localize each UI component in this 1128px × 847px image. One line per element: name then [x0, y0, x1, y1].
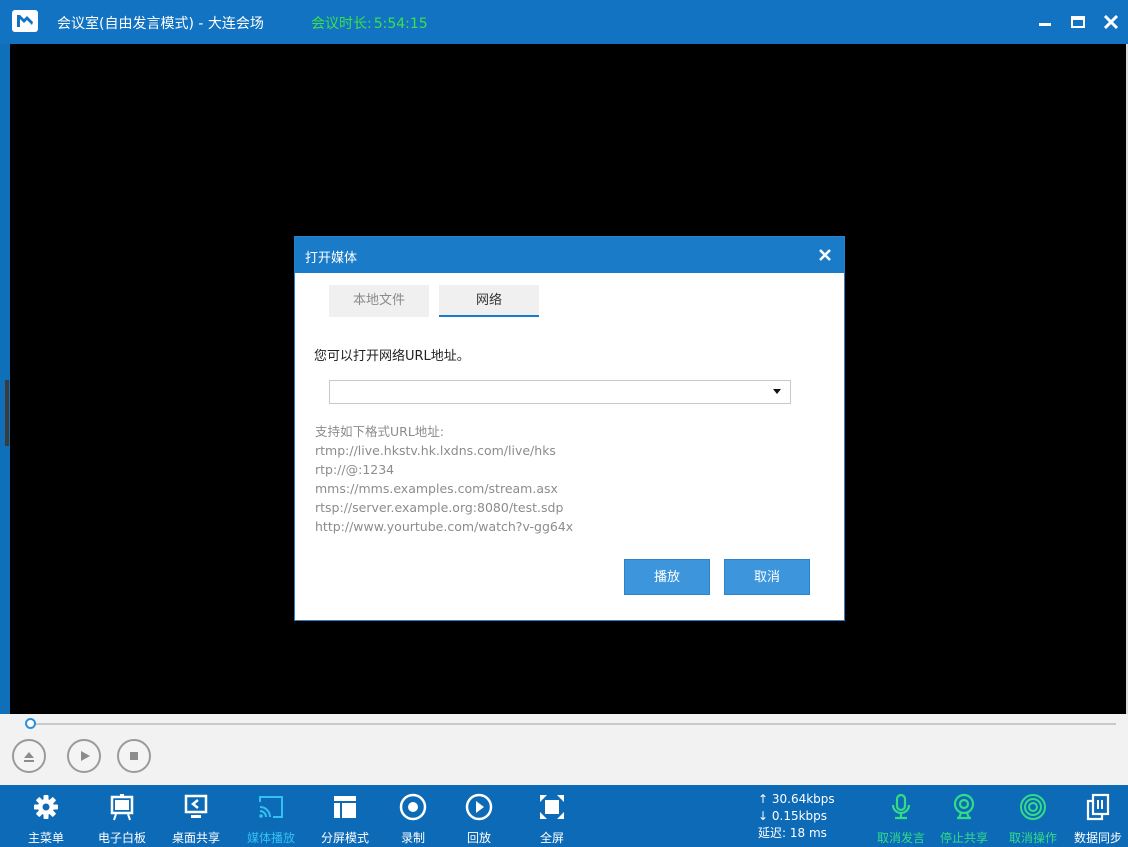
toolbar-label: 主菜单 [27, 831, 64, 845]
toolbar-desktop-share[interactable]: 桌面共享 [164, 785, 228, 847]
operation-icon [1020, 794, 1046, 820]
dialog-title: 打开媒体 [305, 251, 358, 266]
progress-thumb[interactable] [25, 718, 36, 729]
minimize-icon[interactable] [1033, 10, 1057, 34]
dialog-instruction: 您可以打开网络URL地址。 [314, 349, 470, 364]
toolbar-data-sync[interactable]: 数据同步 [1068, 785, 1128, 847]
tab-local-file[interactable]: 本地文件 [329, 285, 429, 317]
maximize-icon[interactable] [1066, 10, 1090, 34]
duration-value: 5:54:15 [373, 16, 428, 32]
toolbar-record[interactable]: 录制 [385, 785, 441, 847]
toolbar-label: 电子白板 [97, 831, 146, 845]
url-input[interactable] [329, 380, 791, 404]
toolbar-label: 停止共享 [939, 831, 988, 845]
progress-track[interactable] [34, 723, 1116, 725]
format-example: http://www.yourtube.com/watch?v-gg64x [315, 519, 574, 534]
latency: 延迟: 18 ms [758, 826, 827, 840]
duration-label: 会议时长: [311, 16, 372, 32]
supported-formats: 支持如下格式URL地址: rtmp://live.hkstv.hk.lxdns.… [315, 422, 573, 536]
record-icon [399, 793, 427, 821]
format-example: mms://mms.examples.com/stream.asx [315, 481, 558, 496]
open-media-dialog: 打开媒体 本地文件 网络 您可以打开网络URL地址。 支持如下格式URL地址: … [294, 236, 845, 621]
network-stats: ↑ 30.64kbps ↓ 0.15kbps 延迟: 18 ms [758, 791, 835, 842]
toolbar-label: 全屏 [539, 831, 564, 845]
toolbar-replay[interactable]: 回放 [451, 785, 507, 847]
toolbar-label: 回放 [466, 831, 491, 845]
microphone-icon [891, 793, 911, 820]
toolbar-fullscreen[interactable]: 全屏 [524, 785, 580, 847]
eject-button[interactable] [12, 739, 46, 773]
window-title: 会议室(自由发言模式) - 大连会场 [57, 16, 264, 32]
play-icon [81, 751, 90, 761]
toolbar-whiteboard[interactable]: 电子白板 [90, 785, 154, 847]
toolbar-media-play[interactable]: 媒体播放 [238, 785, 304, 847]
upload-rate: ↑ 30.64kbps [758, 792, 835, 806]
toolbar-label: 取消操作 [1008, 831, 1057, 845]
meeting-duration: 会议时长: 5:54:15 [311, 13, 428, 33]
formats-header: 支持如下格式URL地址: [315, 424, 445, 439]
app-logo-icon [12, 10, 38, 32]
stop-icon [130, 752, 138, 760]
toolbar-split-screen[interactable]: 分屏模式 [313, 785, 377, 847]
replay-icon [465, 793, 493, 821]
split-screen-icon [334, 796, 356, 818]
format-example: rtp://@:1234 [315, 462, 395, 477]
format-example: rtmp://live.hkstv.hk.lxdns.com/live/hks [315, 443, 556, 458]
play-control-button[interactable] [67, 739, 101, 773]
side-panel-handle[interactable] [5, 380, 9, 446]
data-sync-icon [1086, 793, 1110, 821]
bottom-toolbar: 主菜单 电子白板 桌面共享 媒体播放 分屏模式 录制 回放 全屏 ↑ 30.64… [0, 785, 1128, 847]
dialog-close-icon[interactable] [817, 247, 833, 263]
toolbar-cancel-operation[interactable]: 取消操作 [1002, 785, 1064, 847]
whiteboard-icon [110, 794, 134, 821]
playback-controls [0, 714, 1128, 785]
stop-button[interactable] [117, 739, 151, 773]
toolbar-cancel-speak[interactable]: 取消发言 [870, 785, 932, 847]
toolbar-stop-share[interactable]: 停止共享 [934, 785, 994, 847]
eject-icon [24, 752, 34, 762]
dialog-header: 打开媒体 [295, 237, 844, 273]
download-rate: ↓ 0.15kbps [758, 809, 828, 823]
webcam-icon [953, 793, 975, 820]
toolbar-label: 取消发言 [876, 831, 925, 845]
chevron-down-icon[interactable] [773, 389, 781, 394]
toolbar-label: 分屏模式 [320, 831, 369, 845]
fullscreen-icon [540, 795, 564, 819]
format-example: rtsp://server.example.org:8080/test.sdp [315, 500, 564, 515]
toolbar-label: 桌面共享 [171, 831, 220, 845]
title-bar: 会议室(自由发言模式) - 大连会场 会议时长: 5:54:15 [0, 0, 1128, 44]
desktop-share-icon [184, 794, 208, 818]
close-icon[interactable] [1099, 10, 1123, 34]
toolbar-main-menu[interactable]: 主菜单 [14, 785, 78, 847]
toolbar-label: 媒体播放 [246, 831, 295, 845]
cast-icon [259, 796, 283, 818]
toolbar-label: 数据同步 [1073, 831, 1122, 845]
tab-network[interactable]: 网络 [439, 285, 539, 317]
cancel-button[interactable]: 取消 [724, 559, 810, 595]
gear-icon [34, 795, 58, 819]
play-button[interactable]: 播放 [624, 559, 710, 595]
toolbar-label: 录制 [400, 831, 425, 845]
